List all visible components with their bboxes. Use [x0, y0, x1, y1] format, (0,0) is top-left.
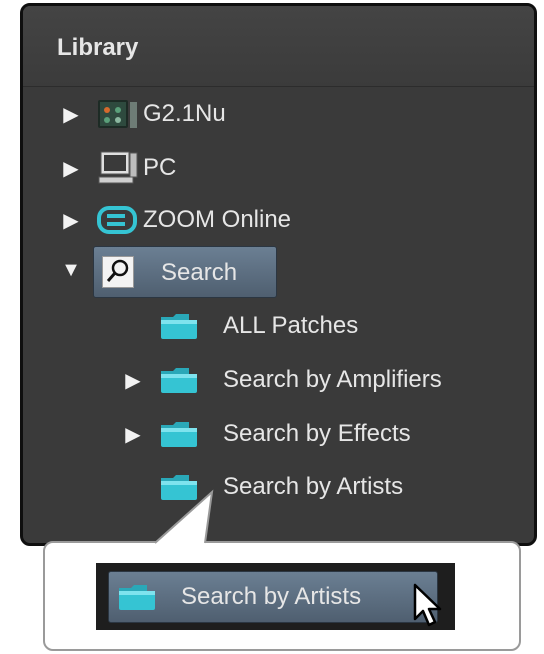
tree-item-label: Search by Artists: [223, 473, 404, 500]
library-title: Library: [57, 34, 139, 61]
tree-item-search-by-effects[interactable]: ▶ Search by Effects: [121, 410, 411, 458]
collapse-arrow-icon[interactable]: ▼: [59, 259, 83, 282]
tree-item-label: ALL Patches: [223, 312, 359, 339]
tree-item-label: PC: [143, 154, 177, 181]
tree-item-zoom-online[interactable]: ▶ ZOOM Online: [59, 196, 291, 244]
expand-arrow-icon[interactable]: ▶: [121, 368, 145, 393]
tree-item-label: Search by Effects: [223, 420, 411, 447]
tree-item-search-by-artists[interactable]: Search by Artists: [159, 463, 403, 511]
tree-item-pc[interactable]: ▶ PC: [59, 144, 176, 192]
expand-arrow-icon[interactable]: ▶: [59, 156, 83, 181]
tree-item-g2[interactable]: ▶ G2.1Nu: [59, 90, 226, 138]
expand-arrow-icon[interactable]: ▶: [59, 102, 83, 127]
cursor-icon: [412, 583, 448, 634]
folder-icon: [159, 311, 199, 341]
zoomed-item-search-by-artists[interactable]: Search by Artists: [108, 571, 438, 623]
expand-arrow-icon[interactable]: ▶: [59, 208, 83, 233]
zoom-online-icon: [97, 205, 139, 235]
folder-icon: [159, 419, 199, 449]
device-icon: [97, 98, 139, 130]
library-panel: Library ▶ G2.1Nu ▶ PC ▶ ZOOM Online ▼ Se…: [20, 3, 537, 546]
zoomed-selection: Search by Artists: [96, 563, 455, 630]
zoomed-item-label: Search by Artists: [181, 583, 362, 610]
expand-arrow-icon[interactable]: ▶: [121, 422, 145, 447]
tree-item-label: Search by Amplifiers: [223, 366, 442, 393]
tree-item-search[interactable]: Search: [93, 246, 277, 298]
magnifier-icon: [102, 256, 134, 288]
folder-icon: [117, 582, 157, 612]
tree-item-all-patches[interactable]: ALL Patches: [159, 302, 358, 350]
folder-icon: [159, 472, 199, 502]
folder-icon: [159, 365, 199, 395]
tree-item-label: G2.1Nu: [143, 100, 226, 127]
tree-item-label: Search: [161, 259, 238, 286]
pc-icon: [97, 151, 139, 185]
tree-item-label: ZOOM Online: [143, 206, 292, 233]
tree-item-search-by-amplifiers[interactable]: ▶ Search by Amplifiers: [121, 356, 442, 404]
library-header: Library: [23, 6, 534, 87]
